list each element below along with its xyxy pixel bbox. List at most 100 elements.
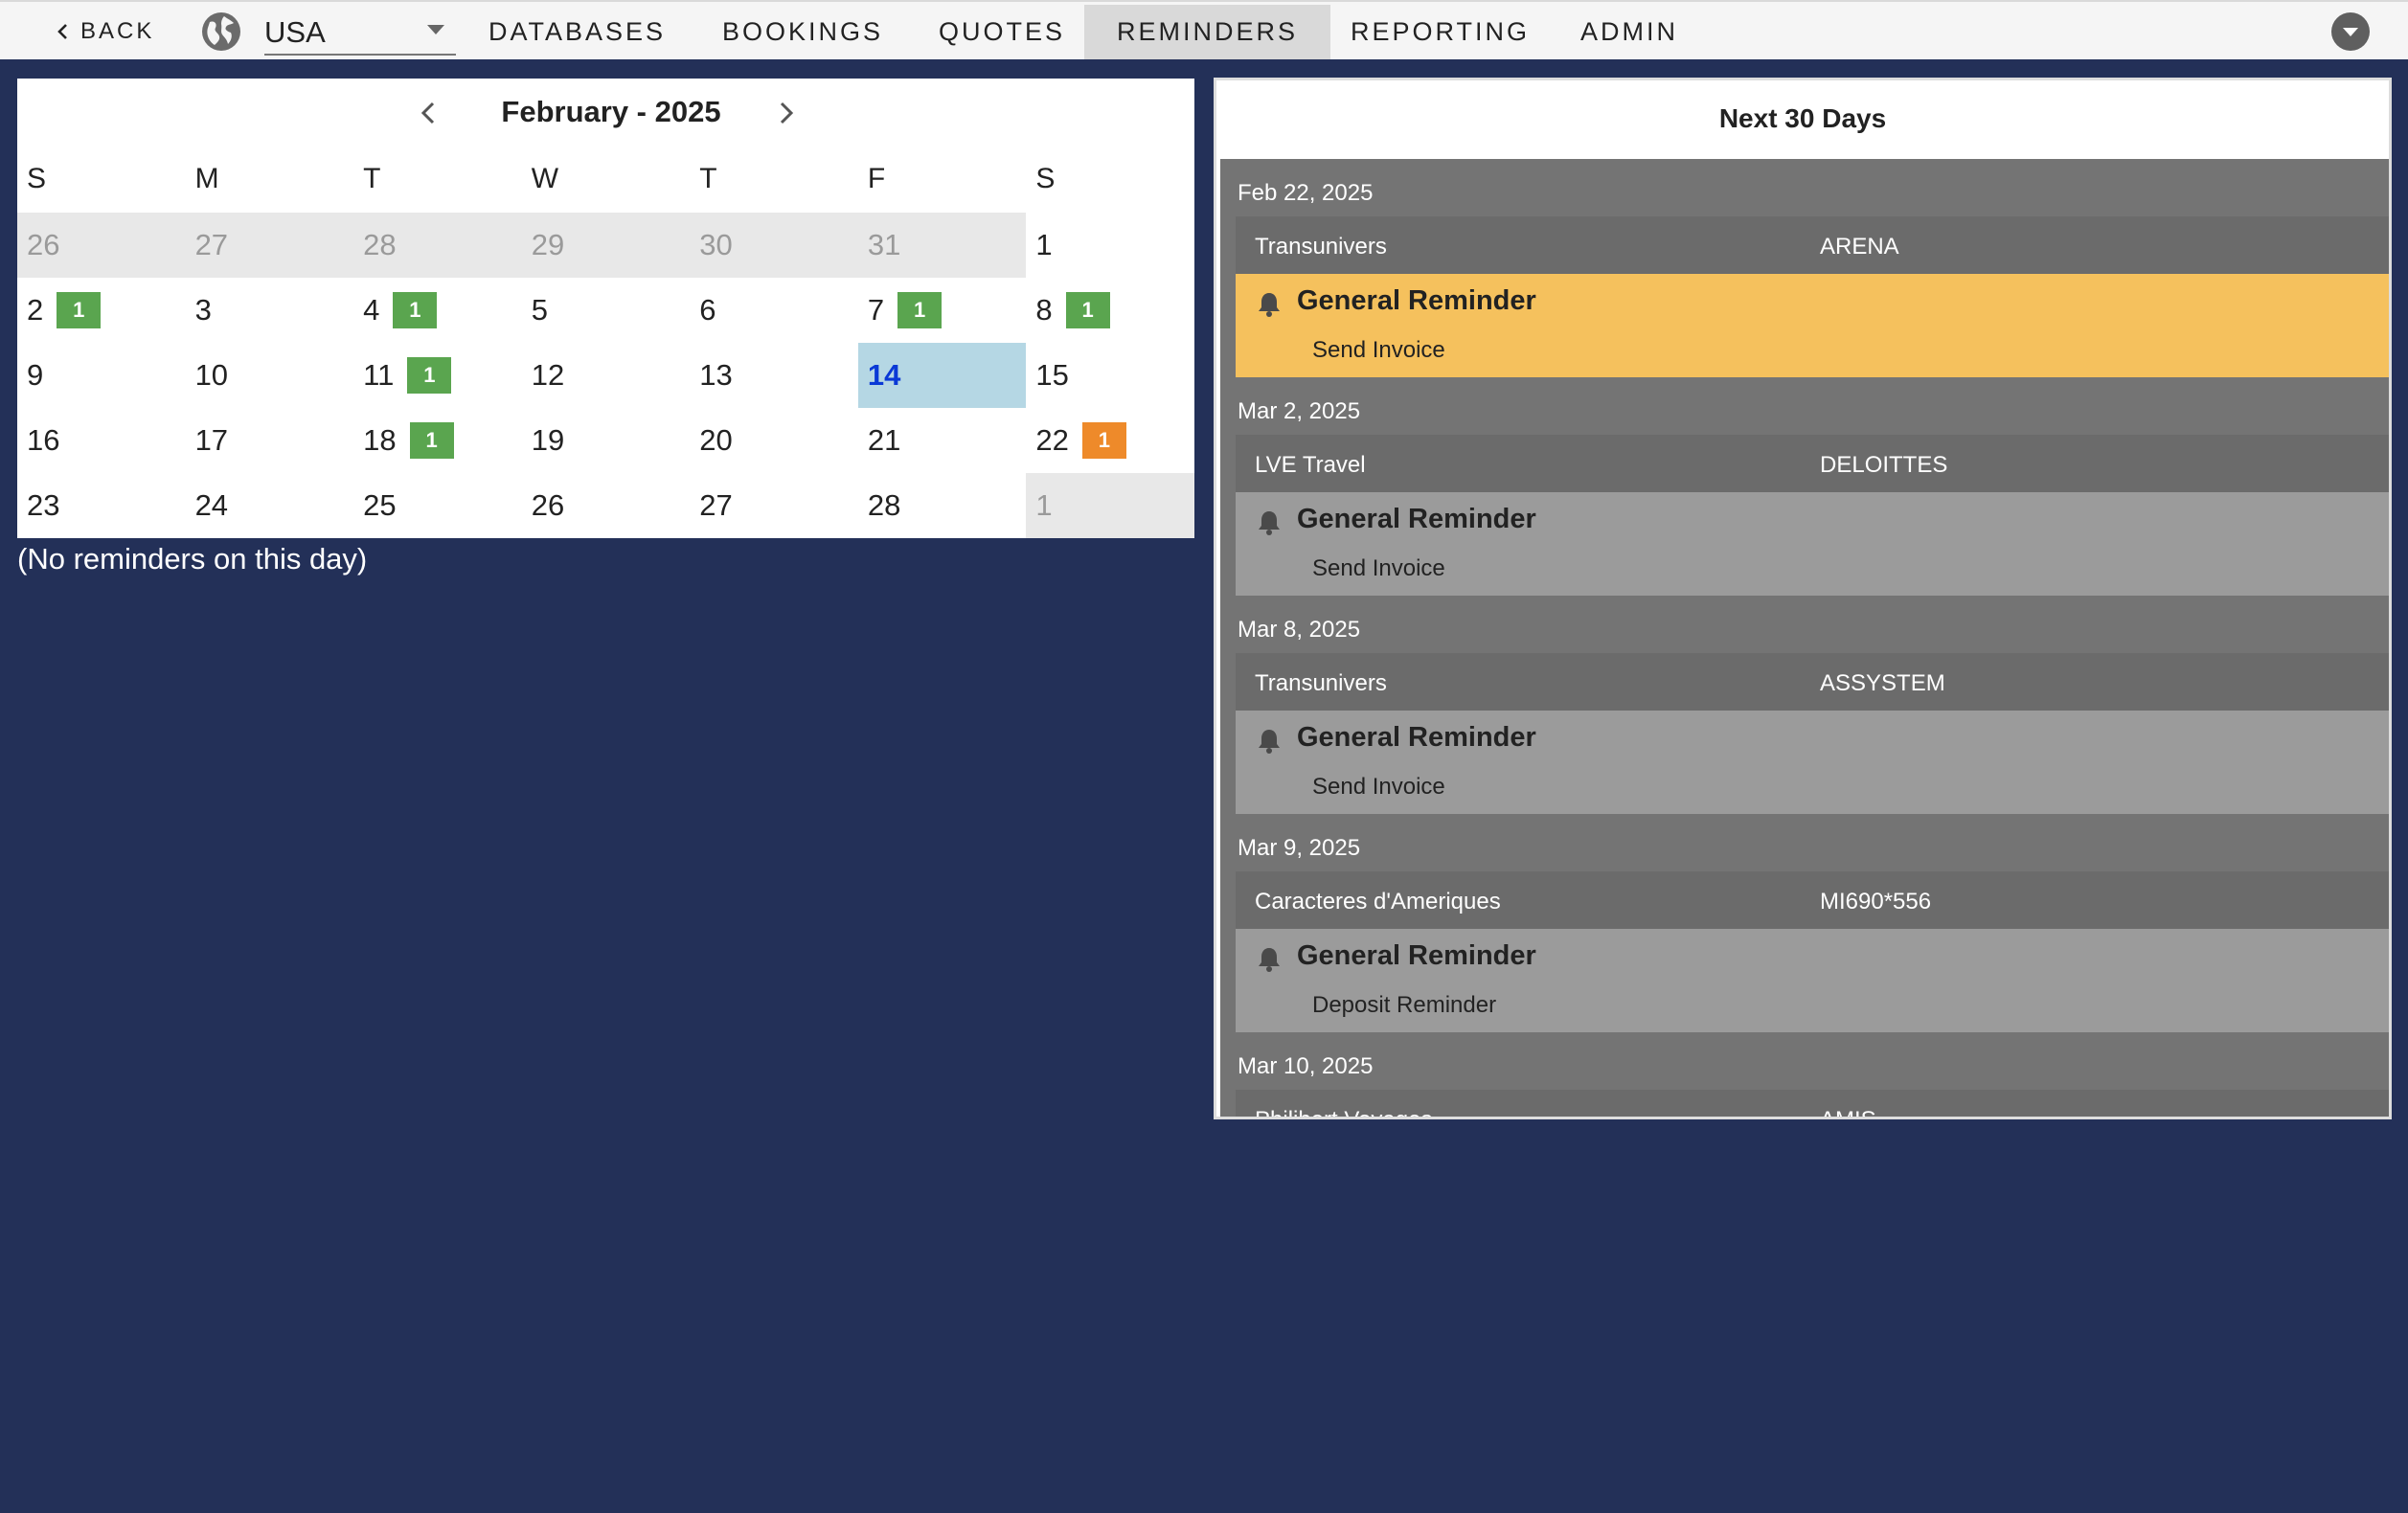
reminder-item[interactable]: General Reminder Send Invoice [1236,274,2389,377]
calendar-day[interactable]: 26 [17,213,186,278]
reminder-date-group: Mar 9, 2025 Caracteres d'Ameriques MI690*5… [1220,814,2389,1032]
calendar-day[interactable]: 3 [186,278,354,343]
reminder-date-group: Mar 10, 2025Philibert VoyagesAMISGeneral… [1220,1032,2389,1117]
calendar-day[interactable]: 27 [690,473,858,538]
nav-bookings[interactable]: BOOKINGS [690,5,916,59]
calendar-day[interactable]: 13 [690,343,858,408]
day-number: 27 [699,488,733,522]
day-number: 13 [699,358,733,392]
day-number: 4 [363,293,380,327]
top-bar: BACK USA DATABASES BOOKINGS QUOTES REMIN… [0,0,2408,59]
nav-reminders[interactable]: REMINDERS [1084,5,1331,59]
calendar-day[interactable]: 28 [353,213,522,278]
day-number: 30 [699,228,733,261]
calendar-day[interactable]: 11 1 [353,343,522,408]
country-value: USA [264,15,326,49]
calendar-day[interactable]: 5 [522,278,691,343]
upcoming-reminders-panel: Next 30 Days Feb 22, 2025 Transunivers ARE… [1214,78,2392,1119]
calendar-day[interactable]: 29 [521,213,691,278]
reminder-item[interactable]: General Reminder Deposit Reminder [1236,929,2389,1032]
calendar-day[interactable]: 1 [1026,473,1194,538]
weekday-label: T [363,163,381,194]
booking-code: DELOITTES [1820,452,1948,478]
calendar-day[interactable]: 22 1 [1026,408,1194,473]
calendar-day[interactable]: 19 [522,408,691,473]
user-menu-button[interactable] [2331,12,2370,51]
reminder-date-group: Mar 2, 2025 LVE Travel DELOITTES General Re… [1220,377,2389,596]
group-date: Mar 9, 2025 [1238,835,1361,861]
caret-down-icon [427,25,444,34]
day-number: 22 [1035,423,1069,457]
group-date: Mar 8, 2025 [1238,617,1361,643]
calendar-day[interactable]: 9 [17,343,186,408]
calendar-day[interactable]: 16 [17,408,186,473]
reminder-text: Deposit Reminder [1312,992,1497,1018]
reminder-count-badge: 1 [409,422,454,459]
calendar-day[interactable]: 6 [690,278,858,343]
day-number: 2 [27,293,44,327]
client-row[interactable]: Caracteres d'Ameriques MI690*556 [1236,871,2389,929]
client-row[interactable]: LVE Travel DELOITTES [1236,435,2389,492]
calendar-header: February - 2025 [17,79,1194,147]
calendar-day[interactable]: 25 [353,473,522,538]
calendar-day[interactable]: 20 [690,408,858,473]
calendar-day[interactable]: 81 [1026,278,1194,343]
bell-icon [1257,728,1282,755]
calendar-day[interactable]: 26 [522,473,691,538]
panel-title: Next 30 Days [1718,103,1887,133]
calendar-day[interactable]: 12 [522,343,691,408]
calendar-day[interactable]: 30 [690,213,858,278]
empty-day-message: (No reminders on this day) [17,542,368,576]
country-select[interactable]: USA [264,10,456,56]
calendar-day[interactable]: 10 [186,343,354,408]
nav-reporting[interactable]: REPORTING [1318,5,1562,59]
calendar-day[interactable]: 41 [353,278,522,343]
reminder-count-badge: 1 [57,292,102,328]
weekday-label: F [867,163,886,194]
reminder-item[interactable]: General Reminder Send Invoice [1236,492,2389,596]
client-row[interactable]: Transunivers ASSYSTEM [1236,653,2389,711]
next-month-chevron-icon[interactable] [770,98,801,128]
group-date: Mar 10, 2025 [1238,1053,1374,1079]
globe-icon [202,12,240,51]
calendar-day[interactable]: 21 [858,408,1027,473]
bell-icon [1257,291,1282,318]
booking-code: ASSYSTEM [1820,670,1945,696]
reminder-item[interactable]: General Reminder Send Invoice [1236,711,2389,814]
nav-quotes[interactable]: QUOTES [906,5,1098,59]
day-number: 27 [194,228,229,261]
calendar-day[interactable]: 71 [858,278,1027,343]
weekday-label: S [27,163,47,194]
day-number: 15 [1035,358,1069,392]
calendar-day[interactable]: 27 [185,213,354,278]
weekday-label: T [699,163,717,194]
calendar-day[interactable]: 21 [17,278,186,343]
calendar-day[interactable]: 18 1 [353,408,522,473]
prev-month-chevron-icon[interactable] [414,98,444,128]
calendar-day-today[interactable]: 14 [857,343,1027,408]
calendar-day[interactable]: 23 [17,473,186,538]
group-date: Mar 2, 2025 [1238,398,1361,424]
booking-code: AMIS [1820,1107,1876,1117]
upcoming-list[interactable]: Feb 22, 2025 Transunivers ARENA General Rem… [1220,159,2389,1117]
nav-admin[interactable]: ADMIN [1548,5,1711,59]
calendar-day[interactable]: 17 [186,408,354,473]
reminder-type: General Reminder [1297,504,1536,534]
calendar-day[interactable]: 15 [1026,343,1194,408]
calendar-day[interactable]: 31 [857,213,1027,278]
day-number: 9 [27,358,44,392]
day-number: 28 [867,488,901,522]
calendar-day[interactable]: 24 [186,473,354,538]
back-button[interactable]: BACK [56,15,154,48]
calendar-day[interactable]: 28 [858,473,1027,538]
day-number: 1 [1035,228,1053,261]
day-number: 28 [363,228,397,261]
reminder-text: Send Invoice [1312,337,1445,363]
client-row[interactable]: Transunivers ARENA [1236,216,2389,274]
client-row[interactable]: Philibert Voyages AMIS [1236,1090,2389,1117]
calendar-day[interactable]: 1 [1026,213,1194,278]
bell-icon [1257,509,1282,536]
reminder-type: General Reminder [1297,285,1536,316]
nav-databases[interactable]: DATABASES [456,5,698,59]
day-number: 1 [1035,488,1053,522]
